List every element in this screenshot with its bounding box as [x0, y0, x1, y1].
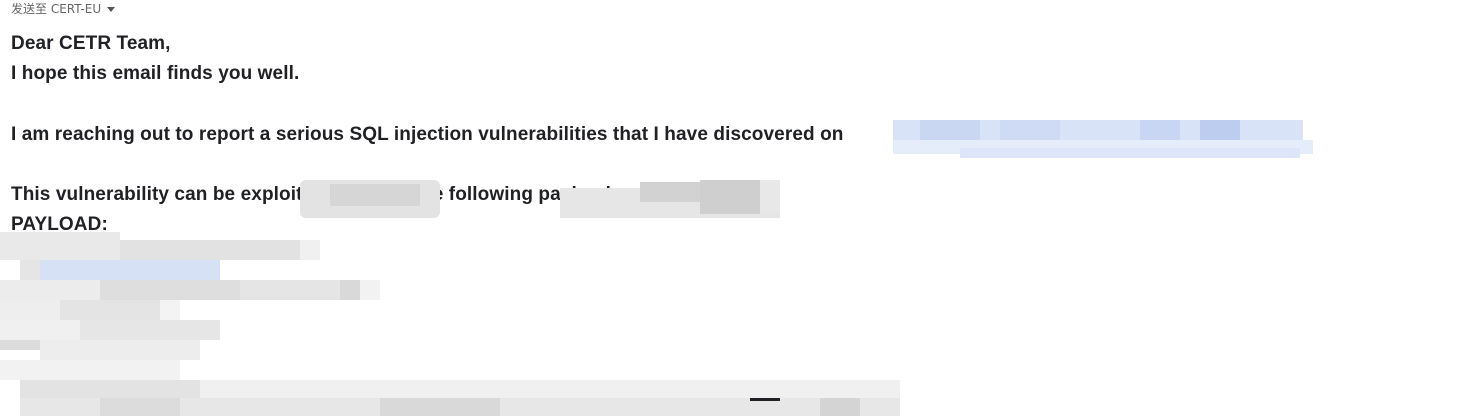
recipient-label: 发送至 CERT-EU [11, 1, 102, 16]
email-opening-line: I hope this email finds you well. [11, 63, 300, 84]
recipient-dropdown[interactable]: 发送至 CERT-EU [11, 0, 116, 16]
caret-down-icon [107, 6, 116, 12]
email-report-line: I am reaching out to report a serious SQ… [11, 124, 844, 145]
email-greeting: Dear CETR Team, [11, 33, 171, 54]
